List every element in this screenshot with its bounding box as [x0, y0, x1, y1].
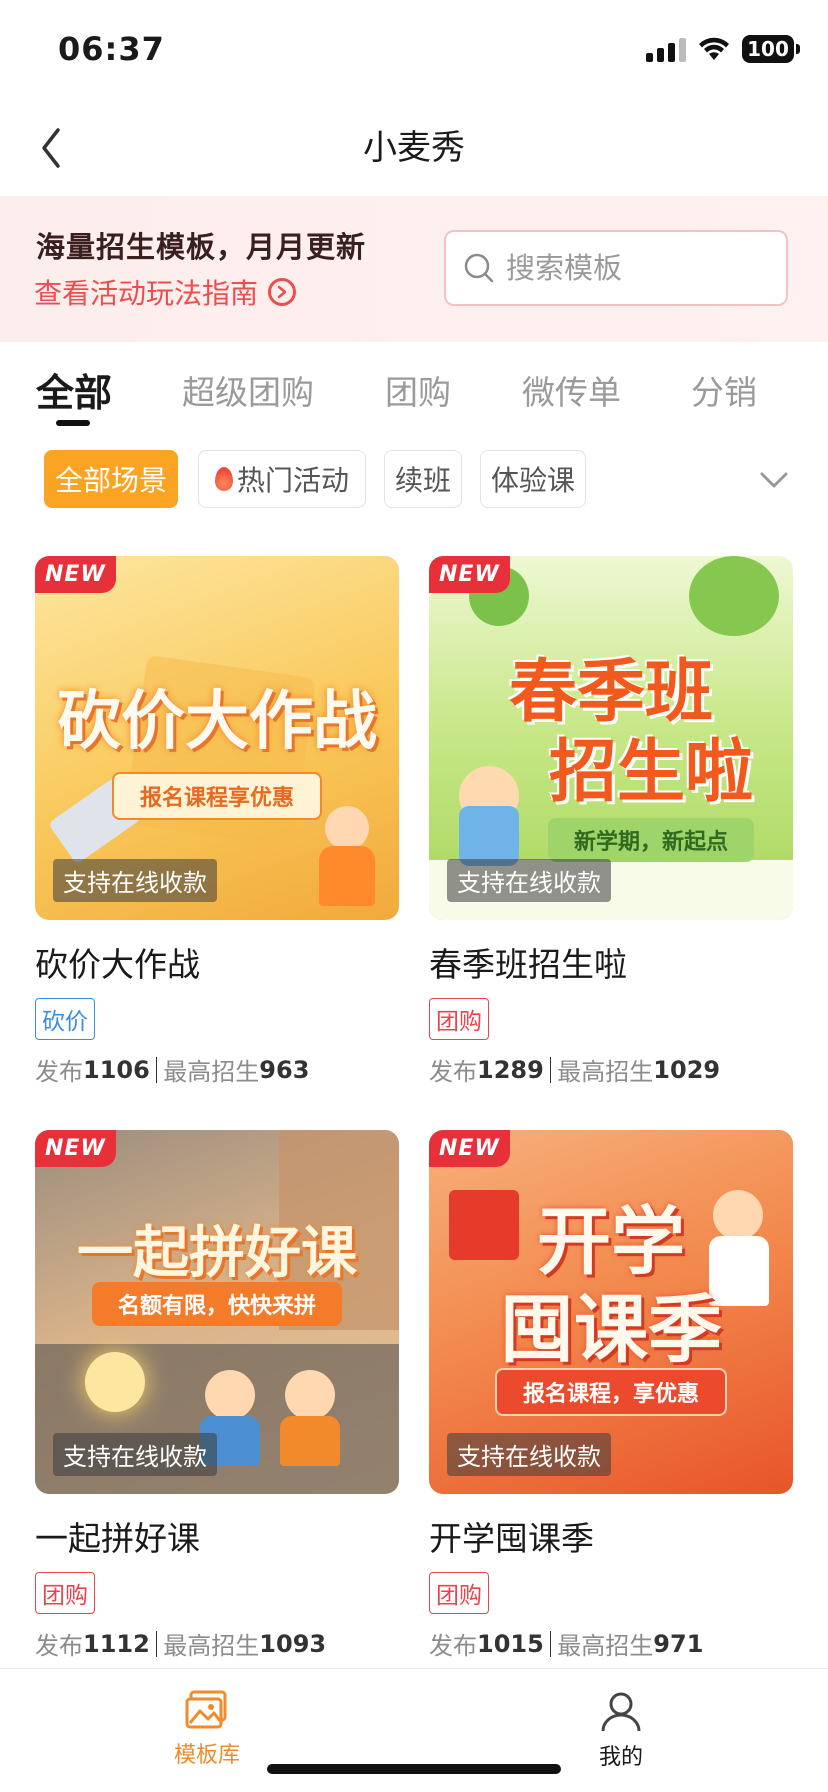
- filter-label: 体验课: [490, 464, 575, 497]
- template-poster: 一起拼好课 名额有限，快快来拼 NEW 支持在线收款: [35, 1130, 399, 1494]
- tabbar-item-templates[interactable]: 模板库: [147, 1689, 267, 1769]
- new-badge: NEW: [429, 1130, 510, 1167]
- publish-label: 发布: [35, 1058, 83, 1086]
- status-icons: 100: [646, 34, 800, 64]
- filter-trial-class[interactable]: 体验课: [480, 450, 586, 508]
- card-stats: 发布 1015 最高招生 971: [429, 1626, 793, 1661]
- publish-label: 发布: [429, 1058, 477, 1086]
- card-title: 砍价大作战: [35, 945, 200, 984]
- publish-label: 发布: [35, 1632, 83, 1660]
- card-stats: 发布 1289 最高招生 1029: [429, 1052, 793, 1087]
- search-input[interactable]: [506, 251, 766, 285]
- banner-title: 海量招生模板，月月更新: [36, 230, 367, 264]
- tab-indicator: [56, 420, 90, 426]
- stat-divider: [155, 1630, 158, 1657]
- poster-title-line2: 囤课季: [500, 1287, 722, 1373]
- filter-all-scenes[interactable]: 全部场景: [44, 450, 178, 508]
- card-category-tag: 团购: [35, 1572, 95, 1614]
- home-indicator: [267, 1764, 561, 1774]
- poster-title: 一起拼好课: [77, 1221, 357, 1286]
- publish-count: 1289: [477, 1055, 544, 1084]
- template-poster: 开学 囤课季 报名课程，享优惠 NEW 支持在线收款: [429, 1130, 793, 1494]
- max-enroll-label: 最高招生: [557, 1058, 654, 1086]
- template-card[interactable]: 开学 囤课季 报名课程，享优惠 NEW 支持在线收款 开学囤课季 团购 发布 10…: [429, 1130, 793, 1661]
- card-stats: 发布 1106 最高招生 963: [35, 1052, 399, 1087]
- tabbar-item-mine[interactable]: 我的: [561, 1689, 681, 1771]
- filter-label: 全部场景: [54, 464, 167, 497]
- new-badge: NEW: [35, 556, 116, 593]
- guide-link[interactable]: 查看活动玩法指南: [34, 272, 297, 312]
- publish-count: 1015: [477, 1629, 544, 1658]
- user-icon: [601, 1692, 641, 1732]
- wifi-icon: [699, 37, 729, 60]
- battery-icon: 100: [742, 35, 800, 63]
- stat-divider: [155, 1056, 158, 1083]
- new-badge: NEW: [429, 556, 510, 593]
- filter-hot-activity[interactable]: 热门活动: [198, 450, 366, 508]
- card-category-tag: 团购: [429, 1572, 489, 1614]
- filter-renewal[interactable]: 续班: [384, 450, 462, 508]
- poster-title: 砍价大作战: [57, 685, 377, 759]
- promo-banner: 海量招生模板，月月更新 查看活动玩法指南: [0, 196, 828, 342]
- poster-subtitle: 名额有限，快快来拼: [91, 1282, 343, 1326]
- filter-label: 热门活动: [236, 464, 349, 497]
- filter-label: 续班: [394, 464, 451, 497]
- stat-divider: [549, 1056, 552, 1083]
- tabbar-label: 模板库: [173, 1743, 240, 1768]
- tab-group-buy[interactable]: 团购: [385, 366, 451, 414]
- online-payment-tag: 支持在线收款: [447, 1433, 611, 1476]
- poster-title-line2: 招生啦: [548, 733, 753, 812]
- publish-label: 发布: [429, 1632, 477, 1660]
- chevron-down-icon[interactable]: [756, 462, 792, 498]
- card-category-tag: 砍价: [35, 998, 95, 1040]
- template-poster: 春季班 招生啦 新学期，新起点 NEW 支持在线收款: [429, 556, 793, 920]
- poster-subtitle: 新学期，新起点: [547, 818, 755, 862]
- search-icon: [464, 253, 494, 283]
- card-title: 开学囤课季: [429, 1519, 594, 1558]
- template-card[interactable]: 一起拼好课 名额有限，快快来拼 NEW 支持在线收款 一起拼好课 团购 发布 11…: [35, 1130, 399, 1661]
- poster-subtitle: 报名课程，享优惠: [494, 1368, 728, 1416]
- card-category-tag: 团购: [429, 998, 489, 1040]
- max-enroll-count: 1029: [653, 1055, 721, 1084]
- poster-subtitle: 报名课程享优惠: [111, 772, 323, 820]
- template-card[interactable]: 春季班 招生啦 新学期，新起点 NEW 支持在线收款 春季班招生啦 团购 发布 1…: [429, 556, 793, 1087]
- tabbar-label: 我的: [598, 1745, 643, 1770]
- publish-count: 1112: [83, 1629, 150, 1658]
- online-payment-tag: 支持在线收款: [53, 1433, 217, 1476]
- image-gallery-icon: [185, 1690, 227, 1729]
- signal-icon: [646, 36, 686, 62]
- online-payment-tag: 支持在线收款: [53, 859, 217, 902]
- max-enroll-count: 971: [653, 1629, 704, 1658]
- tab-all[interactable]: 全部: [36, 362, 112, 417]
- card-title: 春季班招生啦: [429, 945, 627, 984]
- flame-icon: [214, 467, 233, 491]
- nav-bar: 小麦秀: [0, 100, 828, 196]
- online-payment-tag: 支持在线收款: [447, 859, 611, 902]
- template-card[interactable]: 砍价大作战 报名课程享优惠 NEW 支持在线收款 砍价大作战 砍价 发布 1106…: [35, 556, 399, 1087]
- max-enroll-label: 最高招生: [163, 1058, 260, 1086]
- card-title: 一起拼好课: [35, 1519, 200, 1558]
- publish-count: 1106: [83, 1055, 150, 1084]
- category-tabs: 全部 超级团购 团购 微传单 分销: [0, 360, 828, 428]
- stat-divider: [549, 1630, 552, 1657]
- max-enroll-count: 1093: [259, 1629, 327, 1658]
- status-time: 06:37: [58, 30, 165, 68]
- scene-filters: 全部场景 热门活动 续班 体验课: [0, 450, 828, 512]
- template-poster: 砍价大作战 报名课程享优惠 NEW 支持在线收款: [35, 556, 399, 920]
- tab-flyer[interactable]: 微传单: [522, 366, 621, 414]
- card-stats: 发布 1112 最高招生 1093: [35, 1626, 399, 1661]
- status-bar: 06:37 100: [0, 0, 828, 100]
- guide-link-label: 查看活动玩法指南: [34, 277, 259, 310]
- tab-distribution[interactable]: 分销: [691, 366, 757, 414]
- max-enroll-label: 最高招生: [557, 1632, 654, 1660]
- new-badge: NEW: [35, 1130, 116, 1167]
- search-box[interactable]: [444, 230, 788, 306]
- page-title: 小麦秀: [363, 128, 465, 168]
- max-enroll-label: 最高招生: [163, 1632, 260, 1660]
- circle-arrow-icon: [268, 278, 297, 306]
- max-enroll-count: 963: [259, 1055, 310, 1084]
- tab-super-group-buy[interactable]: 超级团购: [182, 366, 314, 414]
